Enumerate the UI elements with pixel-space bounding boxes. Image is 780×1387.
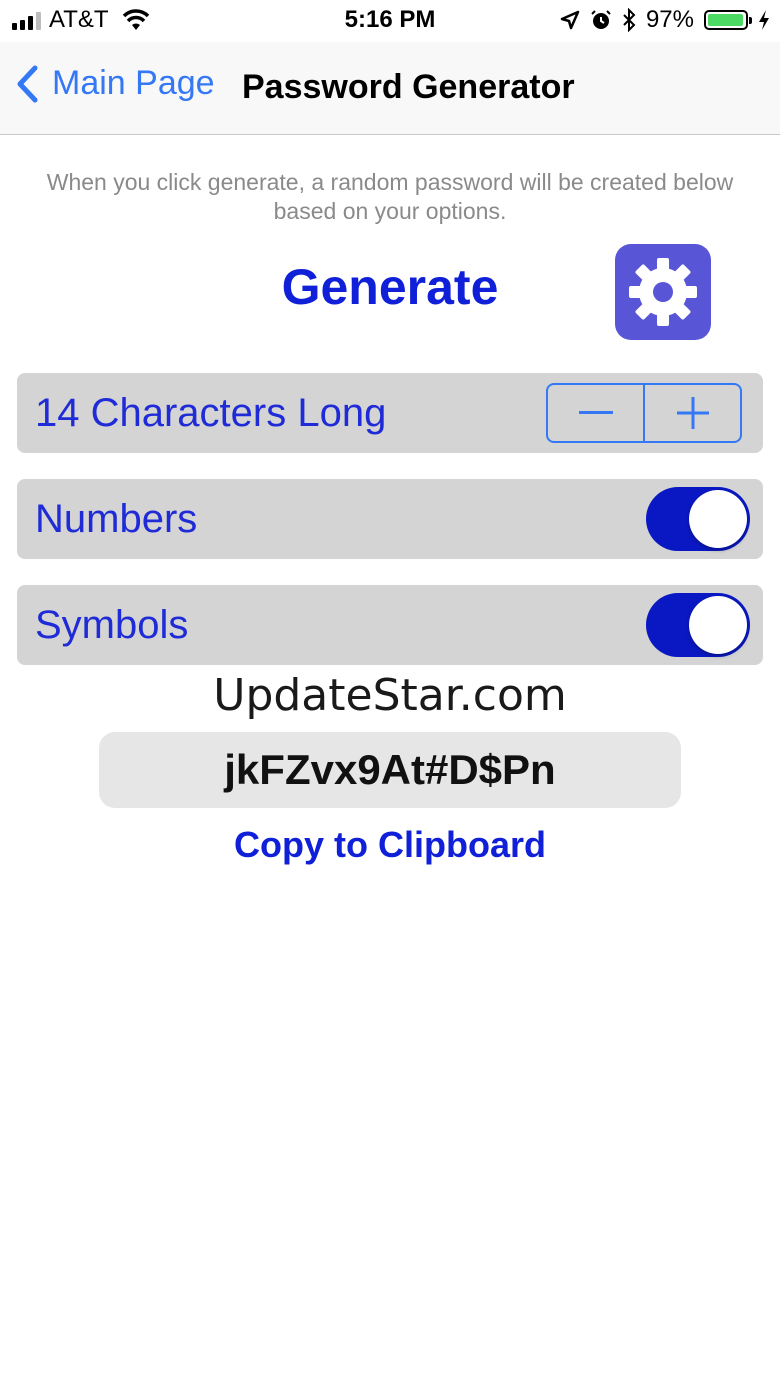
numbers-label: Numbers [35,497,198,541]
copy-to-clipboard-button[interactable]: Copy to Clipboard [0,824,780,866]
length-label: 14 Characters Long [35,391,387,435]
toggle-knob [689,596,747,654]
page-title: Password Generator [242,68,575,106]
location-icon [560,10,580,30]
symbols-row: Symbols [17,585,763,665]
decrement-button[interactable] [548,385,643,441]
symbols-label: Symbols [35,603,189,647]
settings-button[interactable] [615,244,711,340]
length-row: 14 Characters Long [17,373,763,453]
status-right: 97% [560,6,770,34]
password-output: jkFZvx9At#D$Pn [99,732,681,808]
length-stepper [546,383,742,443]
numbers-row: Numbers [17,479,763,559]
bluetooth-icon [623,8,636,32]
battery-level [708,14,743,26]
description-text: When you click generate, a random passwo… [46,169,734,224]
charging-icon [759,10,769,30]
back-label: Main Page [52,64,215,102]
status-bar: AT&T 5:16 PM 97% [0,0,780,42]
numbers-toggle[interactable] [646,487,750,551]
chevron-left-icon [17,65,38,102]
navigation-bar: Main Page Password Generator [0,42,780,135]
minus-icon [578,411,613,414]
increment-button[interactable] [645,385,740,441]
battery-icon [704,10,752,30]
gear-icon [629,258,697,326]
battery-percent: 97% [645,6,694,33]
generate-button[interactable]: Generate [190,258,590,316]
back-button[interactable]: Main Page [16,64,215,103]
toggle-knob [689,490,747,548]
plus-icon [676,397,709,429]
alarm-icon [591,10,611,29]
symbols-toggle[interactable] [646,593,750,657]
watermark-text: UpdateStar.com [213,670,567,721]
